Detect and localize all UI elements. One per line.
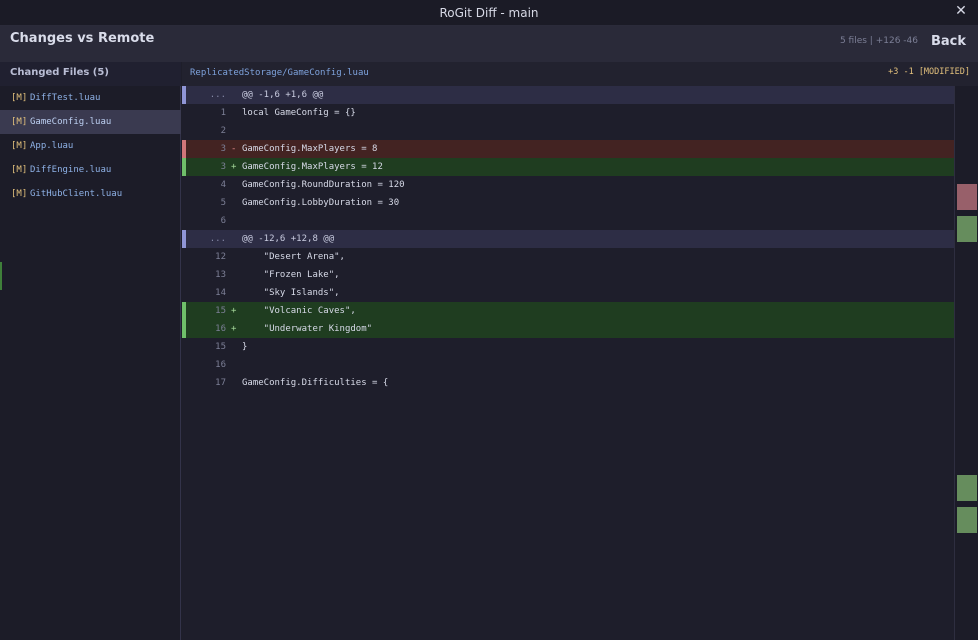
line-number: ... xyxy=(209,234,226,244)
diff-sign: - xyxy=(231,144,237,154)
line-number: 16 xyxy=(215,360,226,370)
line-number: 13 xyxy=(215,270,226,280)
code-text: local GameConfig = {} xyxy=(242,108,356,118)
file-name: DiffTest.luau xyxy=(30,93,101,103)
minimap-addition-marker[interactable] xyxy=(957,216,977,242)
diff-sign: + xyxy=(231,162,237,172)
file-path: ReplicatedStorage/GameConfig.luau xyxy=(190,68,369,78)
context-line: 4 GameConfig.RoundDuration = 120 xyxy=(182,176,954,194)
code-text: "Frozen Lake", xyxy=(242,270,340,280)
file-status-tag: [M] xyxy=(11,93,28,103)
page-header: Changes vs Remote 5 files | +126 -46 Bac… xyxy=(0,26,978,62)
line-number: 16 xyxy=(215,324,226,334)
context-line: 6 xyxy=(182,212,954,230)
line-number: 6 xyxy=(220,216,226,226)
code-text: "Desert Arena", xyxy=(242,252,345,262)
changed-files-heading: Changed Files (5) xyxy=(10,67,109,78)
added-line: 16 + "Underwater Kingdom" xyxy=(182,320,954,338)
line-number: 2 xyxy=(220,126,226,136)
code-text: GameConfig.MaxPlayers = 12 xyxy=(242,162,383,172)
file-item[interactable]: [M] DiffTest.luau xyxy=(0,86,181,110)
file-sidebar: Changed Files (5) [M] DiffTest.luau [M] Gam… xyxy=(0,62,181,640)
added-line: 3 + GameConfig.MaxPlayers = 12 xyxy=(182,158,954,176)
diff-stats: 5 files | +126 -46 xyxy=(839,36,918,46)
sidebar-header: Changed Files (5) xyxy=(0,62,181,86)
code-text: @@ -12,6 +12,8 @@ xyxy=(242,234,335,244)
diff-view[interactable]: ... @@ -1,6 +1,6 @@ 1 local GameConfig = {}… xyxy=(182,86,954,392)
title-bar: RoGit Diff - main ✕ xyxy=(0,0,978,26)
code-text: GameConfig.Difficulties = { xyxy=(242,378,389,388)
diff-minimap[interactable] xyxy=(954,86,978,640)
file-item[interactable]: [M] App.luau xyxy=(0,134,181,158)
minimap-addition-marker[interactable] xyxy=(957,507,977,533)
close-icon[interactable]: ✕ xyxy=(954,4,968,18)
file-name: GameConfig.luau xyxy=(30,117,112,127)
line-number: 14 xyxy=(215,288,226,298)
change-summary: +3 -1 [MODIFIED] xyxy=(888,67,970,77)
code-text: GameConfig.MaxPlayers = 8 xyxy=(242,144,378,154)
file-name: App.luau xyxy=(30,141,74,151)
file-path-bar: ReplicatedStorage/GameConfig.luau +3 -1 … xyxy=(182,62,978,86)
file-status-tag: [M] xyxy=(11,189,28,199)
code-text: "Volcanic Caves", xyxy=(242,306,356,316)
line-number: 3 xyxy=(220,144,226,154)
context-line: 13 "Frozen Lake", xyxy=(182,266,954,284)
line-number: 3 xyxy=(220,162,226,172)
file-status-tag: [M] xyxy=(11,165,28,175)
file-list: [M] DiffTest.luau [M] GameConfig.luau [M] App… xyxy=(0,86,181,206)
code-text: GameConfig.RoundDuration = 120 xyxy=(242,180,405,190)
page-title: Changes vs Remote xyxy=(10,31,155,46)
context-line: 17 GameConfig.Difficulties = { xyxy=(182,374,954,392)
minimap-addition-marker[interactable] xyxy=(957,475,977,501)
code-text: } xyxy=(242,342,248,352)
diff-panel: ReplicatedStorage/GameConfig.luau +3 -1 … xyxy=(182,62,978,640)
file-status-tag: [M] xyxy=(11,141,28,151)
hunk-header: ... @@ -12,6 +12,8 @@ xyxy=(182,230,954,248)
file-item[interactable]: [M] DiffEngine.luau xyxy=(0,158,181,182)
context-line: 2 xyxy=(182,122,954,140)
code-text: @@ -1,6 +1,6 @@ xyxy=(242,90,324,100)
line-number: 1 xyxy=(220,108,226,118)
file-name: GitHubClient.luau xyxy=(30,189,123,199)
diff-sign: + xyxy=(231,306,237,316)
line-number: 12 xyxy=(215,252,226,262)
code-text: "Underwater Kingdom" xyxy=(242,324,373,334)
line-number: 4 xyxy=(220,180,226,190)
context-line: 5 GameConfig.LobbyDuration = 30 xyxy=(182,194,954,212)
diff-sign: + xyxy=(231,324,237,334)
line-number: 17 xyxy=(215,378,226,388)
hunk-header: ... @@ -1,6 +1,6 @@ xyxy=(182,86,954,104)
window-title: RoGit Diff - main xyxy=(439,6,539,20)
code-text: GameConfig.LobbyDuration = 30 xyxy=(242,198,400,208)
line-number: 5 xyxy=(220,198,226,208)
back-button[interactable]: Back xyxy=(931,34,966,49)
sidebar-accent xyxy=(0,262,2,290)
context-line: 14 "Sky Islands", xyxy=(182,284,954,302)
line-number: ... xyxy=(209,90,226,100)
added-line: 15 + "Volcanic Caves", xyxy=(182,302,954,320)
code-text: "Sky Islands", xyxy=(242,288,340,298)
context-line: 12 "Desert Arena", xyxy=(182,248,954,266)
line-number: 15 xyxy=(215,306,226,316)
file-name: DiffEngine.luau xyxy=(30,165,112,175)
deleted-line: 3- GameConfig.MaxPlayers = 8 xyxy=(182,140,954,158)
file-item[interactable]: [M] GameConfig.luau xyxy=(0,110,181,134)
minimap-deletion-marker[interactable] xyxy=(957,184,977,210)
context-line: 15} xyxy=(182,338,954,356)
context-line: 1 local GameConfig = {} xyxy=(182,104,954,122)
line-number: 15 xyxy=(215,342,226,352)
context-line: 16 xyxy=(182,356,954,374)
file-status-tag: [M] xyxy=(11,117,28,127)
file-item[interactable]: [M] GitHubClient.luau xyxy=(0,182,181,206)
